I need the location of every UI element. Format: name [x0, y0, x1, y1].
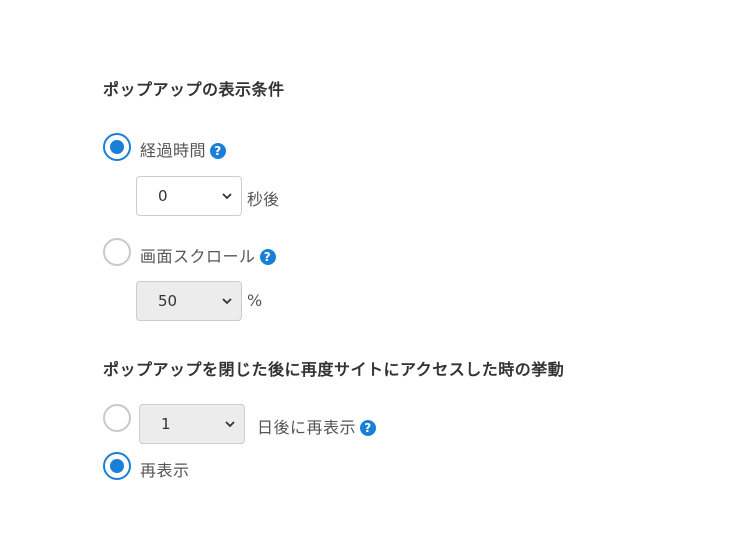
delay-seconds-select[interactable]: 0 [136, 176, 242, 216]
redisplay-days-suffix: 日後に再表示 [257, 418, 357, 437]
radio-redisplay-after-days[interactable] [103, 404, 131, 432]
radio-redisplay[interactable] [103, 452, 131, 480]
redisplay-days-label-row: 日後に再表示? [257, 414, 377, 438]
help-icon[interactable]: ? [360, 419, 377, 436]
scroll-percent-value: 50 [158, 292, 178, 310]
section-title-display-conditions: ポップアップの表示条件 [103, 80, 285, 99]
redisplay-label: 再表示 [140, 461, 190, 480]
chevron-down-icon [222, 298, 232, 305]
section-title-revisit-behavior: ポップアップを閉じた後に再度サイトにアクセスした時の挙動 [103, 360, 565, 379]
scroll-unit-label: % [247, 291, 263, 310]
chevron-down-icon [222, 193, 232, 200]
delay-seconds-value: 0 [158, 187, 168, 205]
help-icon[interactable]: ? [259, 248, 276, 265]
radio-elapsed-time[interactable] [103, 133, 131, 161]
chevron-down-icon [225, 421, 235, 428]
elapsed-time-label: 経過時間 [140, 141, 207, 160]
delay-unit-label: 秒後 [247, 190, 280, 209]
radio-screen-scroll[interactable] [103, 238, 131, 266]
help-icon[interactable]: ? [210, 142, 227, 159]
screen-scroll-label-row: 画面スクロール? [140, 243, 276, 267]
redisplay-days-value: 1 [161, 415, 171, 433]
elapsed-time-label-row: 経過時間? [140, 137, 227, 161]
redisplay-days-select[interactable]: 1 [139, 404, 245, 444]
scroll-percent-select[interactable]: 50 [136, 281, 242, 321]
screen-scroll-label: 画面スクロール [140, 247, 256, 266]
